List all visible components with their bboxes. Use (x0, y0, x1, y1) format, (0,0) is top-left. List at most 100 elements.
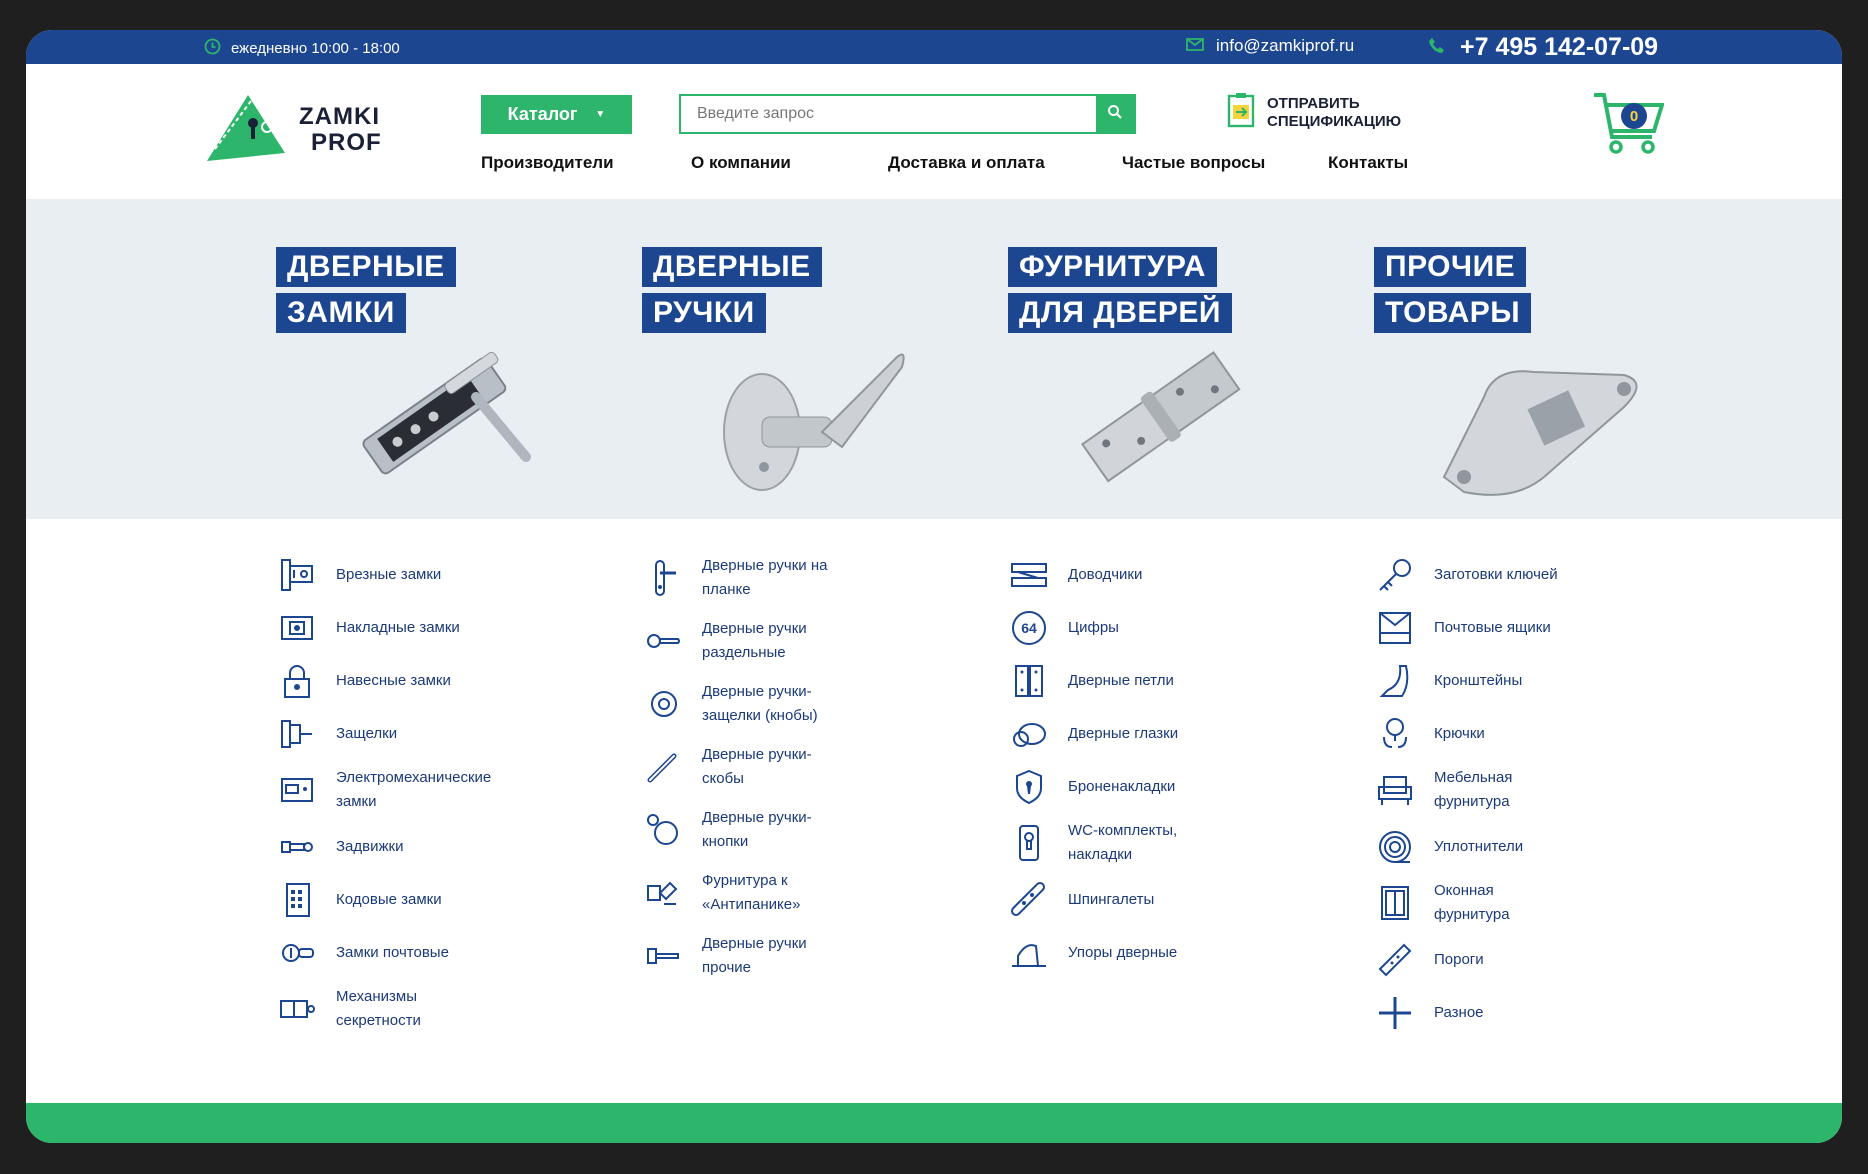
nav-faq[interactable]: Частые вопросы (1122, 153, 1265, 173)
list-item[interactable]: Мебельная фурнитура (1374, 766, 1544, 814)
logo-line2: PROF (311, 128, 382, 156)
cart-count-badge: 0 (1621, 103, 1647, 129)
threshold-icon (1374, 939, 1416, 981)
cart-button[interactable]: 0 (1592, 89, 1665, 161)
list-item[interactable]: Дверные ручки-скобы (642, 743, 822, 791)
search-icon (1107, 104, 1123, 125)
list-item-label: Фурнитура к «Антипанике» (702, 872, 801, 913)
email-link[interactable]: info@zamkiprof.ru (1186, 36, 1354, 56)
list-item-label: Дверные ручки-скобы (702, 746, 812, 787)
list-item[interactable]: Кодовые замки (276, 879, 442, 921)
list-item-label: Шпингалеты (1068, 891, 1155, 908)
phone-link[interactable]: +7 495 142-07-09 (1428, 33, 1658, 62)
list-item[interactable]: Крючки (1374, 713, 1485, 755)
list-item[interactable]: Механизмы секретности (276, 985, 446, 1033)
latch-icon (276, 713, 318, 755)
list-item[interactable]: Электромеханические замки (276, 766, 506, 814)
knob-icon (642, 809, 684, 851)
nav-contacts[interactable]: Контакты (1328, 153, 1408, 173)
list-item[interactable]: Шпингалеты (1008, 879, 1154, 921)
list-item[interactable]: Защелки (276, 713, 397, 755)
site-logo[interactable]: ZAMKI PROF (203, 91, 382, 168)
peephole-icon (1008, 713, 1050, 755)
rosette-handle-icon (642, 620, 684, 662)
phone-text: +7 495 142-07-09 (1460, 33, 1659, 61)
clock-icon (204, 38, 221, 59)
category-tile-other[interactable]: ПРОЧИЕ ТОВАРЫ (1374, 247, 1694, 507)
list-item[interactable]: Заготовки ключей (1374, 554, 1558, 596)
knob-latch-icon (642, 683, 684, 725)
plate-handle-icon (642, 557, 684, 599)
list-item[interactable]: Дверные ручки-защелки (кнобы) (642, 680, 842, 728)
list-item[interactable]: Разное (1374, 992, 1484, 1034)
footer-strip (26, 1103, 1842, 1143)
list-item[interactable]: Дверные ручки прочие (642, 932, 812, 980)
list-item[interactable]: Упоры дверные (1008, 932, 1177, 974)
spec-line2: СПЕЦИФИКАЦИЮ (1267, 112, 1402, 130)
list-item[interactable]: 64 Цифры (1008, 607, 1119, 649)
bracket-icon (1374, 660, 1416, 702)
catalog-label: Каталог (507, 104, 578, 124)
list-item[interactable]: Врезные замки (276, 554, 441, 596)
spec-line1: ОТПРАВИТЬ (1267, 94, 1360, 112)
list-item[interactable]: Броненакладки (1008, 766, 1175, 808)
category-tile-fittings[interactable]: ФУРНИТУРА ДЛЯ ДВЕРЕЙ (1008, 247, 1328, 507)
list-item[interactable]: Задвижки (276, 826, 403, 868)
list-item[interactable]: Дверные петли (1008, 660, 1174, 702)
list-item[interactable]: Кронштейны (1374, 660, 1522, 702)
logo-text: ZAMKI PROF (299, 103, 382, 156)
search-input[interactable] (681, 96, 1096, 132)
list-item[interactable]: Навесные замки (276, 660, 451, 702)
seal-icon (1374, 826, 1416, 868)
list-item[interactable]: Доводчики (1008, 554, 1142, 596)
list-item-label: Дверные ручки-защелки (кнобы) (702, 683, 818, 724)
hinge-icon (1008, 660, 1050, 702)
list-item-label: Дверные петли (1068, 672, 1174, 689)
wc-set-icon (1008, 822, 1050, 864)
list-item[interactable]: Замки почтовые (276, 932, 449, 974)
list-item[interactable]: Уплотнители (1374, 826, 1523, 868)
spec-text: ОТПРАВИТЬ СПЕЦИФИКАЦИЮ (1267, 95, 1401, 131)
list-item-label: Разное (1434, 1004, 1484, 1021)
list-item-label: Дверные глазки (1068, 725, 1179, 742)
list-item[interactable]: Накладные замки (276, 607, 460, 649)
phone-icon (1428, 33, 1446, 62)
list-item[interactable]: Пороги (1374, 939, 1484, 981)
nav-delivery[interactable]: Доставка и оплата (888, 153, 1045, 173)
category-title-line2: РУЧКИ (642, 293, 766, 333)
list-item-label: Дверные ручки прочие (702, 935, 807, 976)
nav-about[interactable]: О компании (691, 153, 791, 173)
key-blank-icon (1374, 554, 1416, 596)
category-tile-handles[interactable]: ДВЕРНЫЕ РУЧКИ (642, 247, 962, 507)
list-item-label: Накладные замки (336, 619, 460, 636)
list-item-label: Уплотнители (1434, 838, 1524, 855)
search-button[interactable] (1096, 96, 1134, 132)
furniture-icon (1374, 769, 1416, 811)
working-hours: ежедневно 10:00 - 18:00 (204, 38, 400, 59)
list-item[interactable]: Почтовые ящики (1374, 607, 1551, 649)
list-item[interactable]: WC-комплекты, накладки (1008, 819, 1178, 867)
door-closer-icon (1008, 554, 1050, 596)
page-frame: ежедневно 10:00 - 18:00 info@zamkiprof.r… (26, 30, 1842, 1143)
list-item-label: Кронштейны (1434, 672, 1523, 689)
list-item[interactable]: Дверные ручки-кнопки (642, 806, 822, 854)
list-item[interactable]: Дверные ручки на планке (642, 554, 852, 602)
padlock-icon (276, 660, 318, 702)
catalog-button[interactable]: Каталог ▼ (481, 95, 632, 134)
list-item-label: Заготовки ключей (1434, 566, 1558, 583)
send-specification-button[interactable]: ОТПРАВИТЬ СПЕЦИФИКАЦИЮ (1227, 92, 1401, 133)
list-item-label: Механизмы секретности (336, 988, 421, 1029)
bolt-icon (276, 826, 318, 868)
list-item-label: Дверные ручки раздельные (702, 620, 807, 661)
list-item[interactable]: Дверные глазки (1008, 713, 1178, 755)
list-item[interactable]: Фурнитура к «Антипанике» (642, 869, 812, 917)
window-icon (1374, 882, 1416, 924)
category-lists: Врезные замки Накладные замки Навесные з… (26, 519, 1842, 1079)
list-item-label: Оконная фурнитура (1434, 882, 1510, 923)
category-tile-locks[interactable]: ДВЕРНЫЕ ЗАМКИ (276, 247, 596, 507)
category-title-line1: ДВЕРНЫЕ (276, 247, 456, 287)
list-item[interactable]: Дверные ручки раздельные (642, 617, 832, 665)
list-item-label: Электромеханические замки (336, 769, 492, 810)
list-item[interactable]: Оконная фурнитура (1374, 879, 1534, 927)
nav-manufacturers[interactable]: Производители (481, 153, 614, 173)
